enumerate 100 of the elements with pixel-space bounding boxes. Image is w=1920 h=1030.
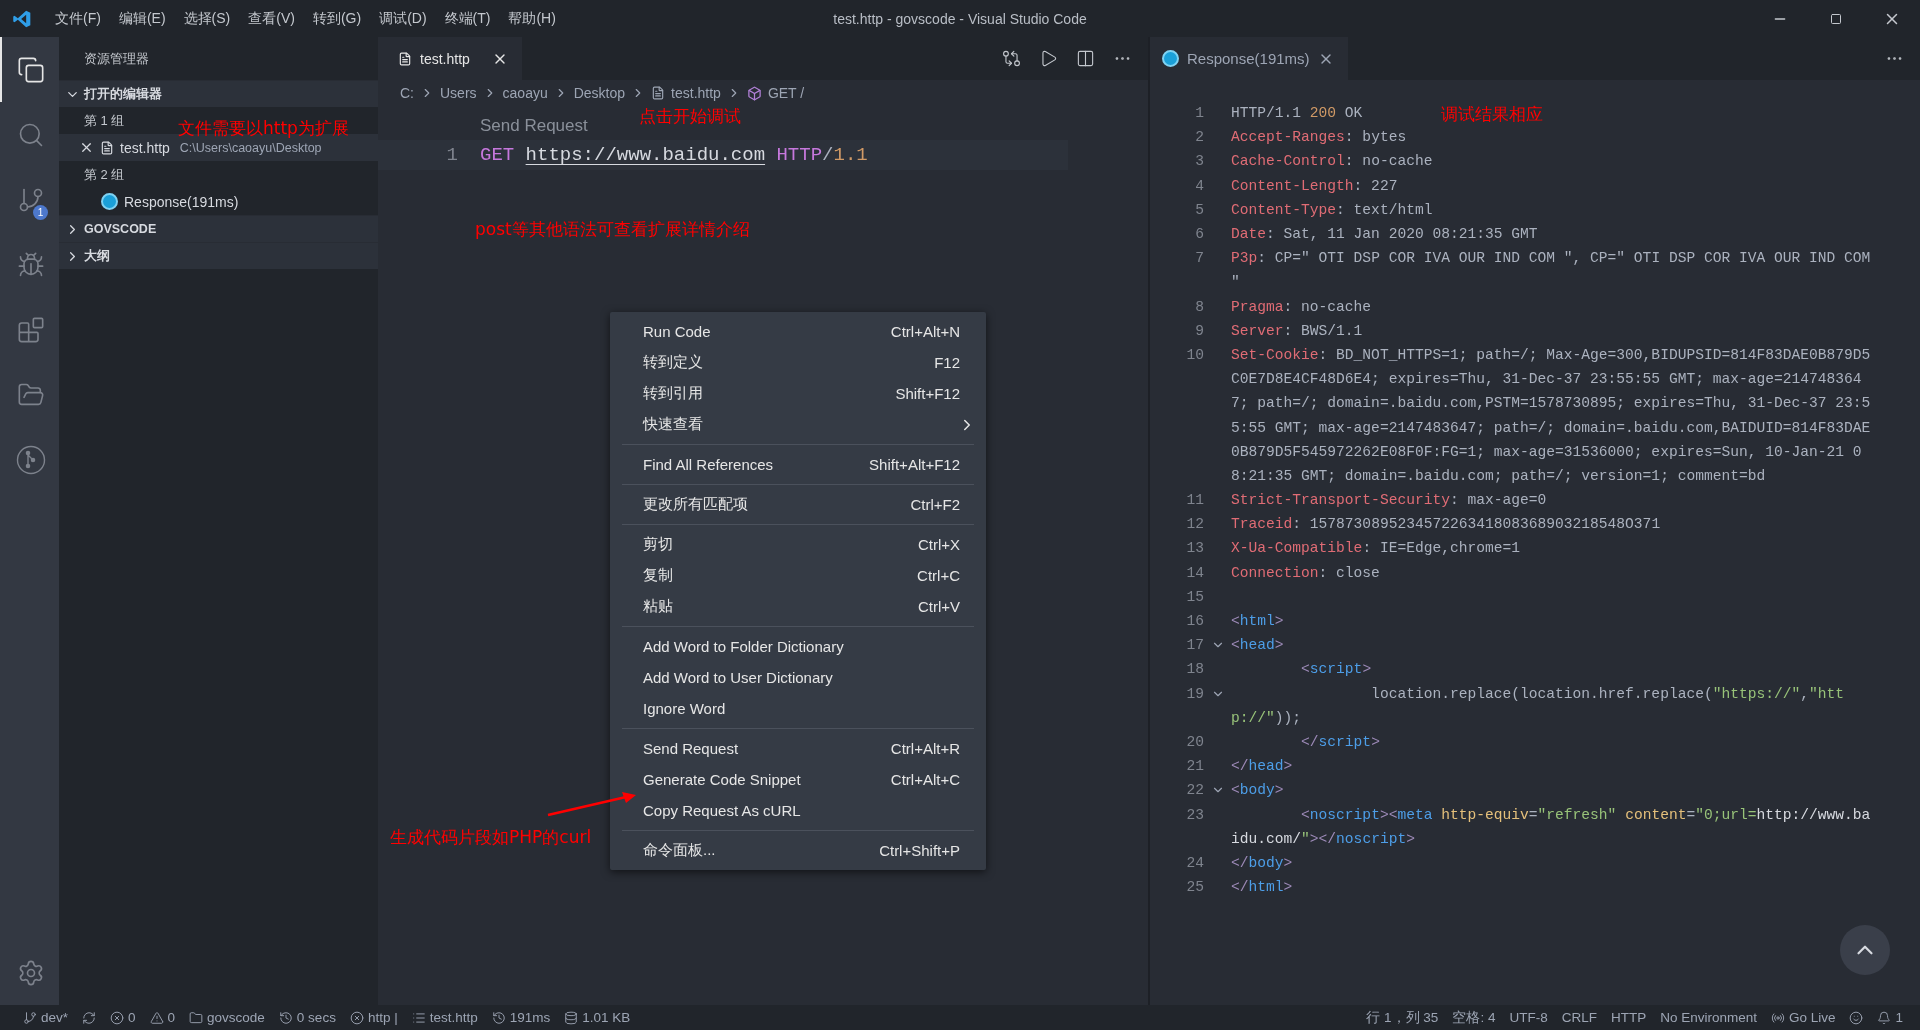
code-line: 7; path=/; domain=.baidu.com,PSTM=1578730895; expires=Thu, 31-Dec-37 23:5 [1231,395,1871,412]
menu-item[interactable]: 粘贴 Ctrl+V [610,591,986,622]
activity-button[interactable]: 1 [0,167,59,232]
response-tab[interactable]: Response(191ms) [1150,37,1348,80]
status-item[interactable]: 1 [1870,1008,1910,1027]
status-item[interactable]: dev* [16,1010,76,1025]
annotation-text: post等其他语法可查看扩展详情介绍 [475,218,750,241]
menu-item[interactable]: 帮助(H) [499,9,565,28]
menu-item[interactable]: 复制 Ctrl+C [610,560,986,591]
code-line: C0E7D8E4CF48D6E4; expires=Thu, 31-Dec-37 23:55:55 GMT; max-age=214748364 [1231,371,1862,388]
list-icon [411,1010,426,1025]
restore-icon[interactable] [1830,12,1842,25]
menu-item[interactable]: 调试(D) [370,9,436,28]
count-badge: 1 [33,205,48,220]
explorer-icon [16,55,45,84]
shortcut-text: Shift+Alt+F12 [869,456,960,473]
menu-item[interactable]: Ignore Word [610,693,986,724]
codelens-link[interactable]: Send Request [480,116,588,135]
status-item[interactable]: HTTP [1603,1008,1654,1027]
menu-item[interactable]: 剪切 Ctrl+X [610,529,986,560]
close-icon[interactable] [79,140,94,155]
file-icon [398,51,412,66]
section-header[interactable]: 大纲 [59,242,378,269]
status-item[interactable]: 行 1，列 35 [1359,1008,1446,1027]
menu-item[interactable]: 快速查看 [610,409,986,440]
code-line: Traceid: 157873089523457226341808368903218548O371 [1231,516,1661,533]
menu-item[interactable]: Find All References Shift+Alt+F12 [610,449,986,480]
scroll-top-button[interactable] [1840,925,1890,975]
breadcrumb-item[interactable]: Desktop [573,85,626,101]
line-number: 11 [1185,492,1204,509]
code-line: <body> [1231,782,1284,799]
code-line: HTTP/1.1 200 OK [1231,105,1363,122]
cancel-icon [349,1010,364,1025]
database-icon [564,1010,579,1025]
file-icon [100,140,114,155]
menu-item[interactable]: 选择(S) [174,9,240,28]
status-item[interactable]: test.http [404,1010,485,1025]
menu-item[interactable]: 转到定义 F12 [610,347,986,378]
line-number: 9 [1194,322,1204,339]
code-line: idu.com/"></noscript> [1231,830,1415,847]
run-icon[interactable] [1039,49,1058,68]
section-header[interactable]: GOVSCODE [59,215,378,242]
menu-item[interactable]: 命令面板... Ctrl+Shift+P [610,835,986,866]
status-item[interactable]: http | [342,1010,405,1025]
code-line: </script> [1300,733,1380,750]
code-line: 0B879D5F545972262E08F0F:FG=1; max-age=31536000; expires=Sun, 10-Jan-21 0 [1231,443,1862,460]
status-item[interactable]: 0 [142,1010,183,1025]
status-item[interactable]: 0 secs [271,1010,343,1025]
folder-icon [189,1010,204,1025]
breadcrumb-item[interactable]: C: [400,85,414,101]
code-line: </body> [1231,854,1293,871]
line-number: 1 [1194,105,1204,122]
status-item[interactable]: CRLF [1554,1008,1604,1027]
code-line: p://")); [1231,709,1302,726]
menu-item[interactable]: Add Word to Folder Dictionary [610,631,986,662]
menu-item[interactable]: 转到(G) [303,9,371,28]
section-label: GOVSCODE [84,222,157,236]
status-item[interactable]: govscode [182,1010,272,1025]
response-icon [1162,50,1179,67]
compare-icon[interactable] [1002,49,1021,68]
line-number: 2 [1194,129,1204,146]
code-line: X-Ua-Compatible: IE=Edge,chrome=1 [1231,540,1520,557]
status-item[interactable]: 191ms [484,1010,558,1025]
breadcrumb-item[interactable]: test.http [671,85,721,101]
file-name: test.http [120,139,170,156]
menu-item[interactable]: Run Code Ctrl+Alt+N [610,316,986,347]
status-item[interactable]: 1.01 KB [557,1010,638,1025]
shortcut-text: Ctrl+F2 [910,496,960,513]
split-editor-icon[interactable] [1076,49,1095,68]
code-line: Cache-Control: no-cache [1231,153,1433,170]
line-number: 7 [1194,250,1204,267]
breadcrumb-item[interactable]: caoayu [502,85,548,101]
menu-item[interactable]: 编辑(E) [109,9,175,28]
annotation-text: 点击开始调试 [639,105,741,128]
status-item[interactable]: 空格: 4 [1445,1008,1503,1027]
sync-icon [82,1010,97,1025]
menu-item[interactable]: 更改所有匹配项 Ctrl+F2 [610,489,986,520]
editor-tab[interactable]: test.http [378,37,522,80]
menu-item[interactable]: 查看(V) [239,9,304,28]
code-line: <html> [1231,613,1284,630]
broadcast-icon [1770,1010,1785,1025]
menu-item[interactable]: Copy Request As cURL [610,795,986,826]
menu-item[interactable]: Generate Code Snippet Ctrl+Alt+C [610,764,986,795]
menu-item[interactable]: 文件(F) [46,9,110,28]
menu-item[interactable]: Send Request Ctrl+Alt+R [610,733,986,764]
line-number: 14 [1185,564,1204,581]
breadcrumb-item[interactable]: Users [440,85,477,101]
app-logo [12,8,32,29]
line-number: 10 [1185,346,1204,363]
menu-item[interactable]: 终端(T) [435,9,500,28]
menu-item[interactable]: 转到引用 Shift+F12 [610,378,986,409]
status-item[interactable]: Go Live [1763,1008,1843,1027]
breadcrumb-item[interactable]: GET / [767,85,805,101]
status-item[interactable]: 0 [103,1010,143,1025]
menu-item[interactable]: Add Word to User Dictionary [610,662,986,693]
tab-label: test.http [420,50,470,67]
status-item[interactable]: No Environment [1653,1008,1764,1027]
open-editor-item[interactable]: Response(191ms) [59,188,378,215]
status-item[interactable]: UTF-8 [1502,1008,1555,1027]
section-header[interactable]: 打开的编辑器 [59,80,378,107]
